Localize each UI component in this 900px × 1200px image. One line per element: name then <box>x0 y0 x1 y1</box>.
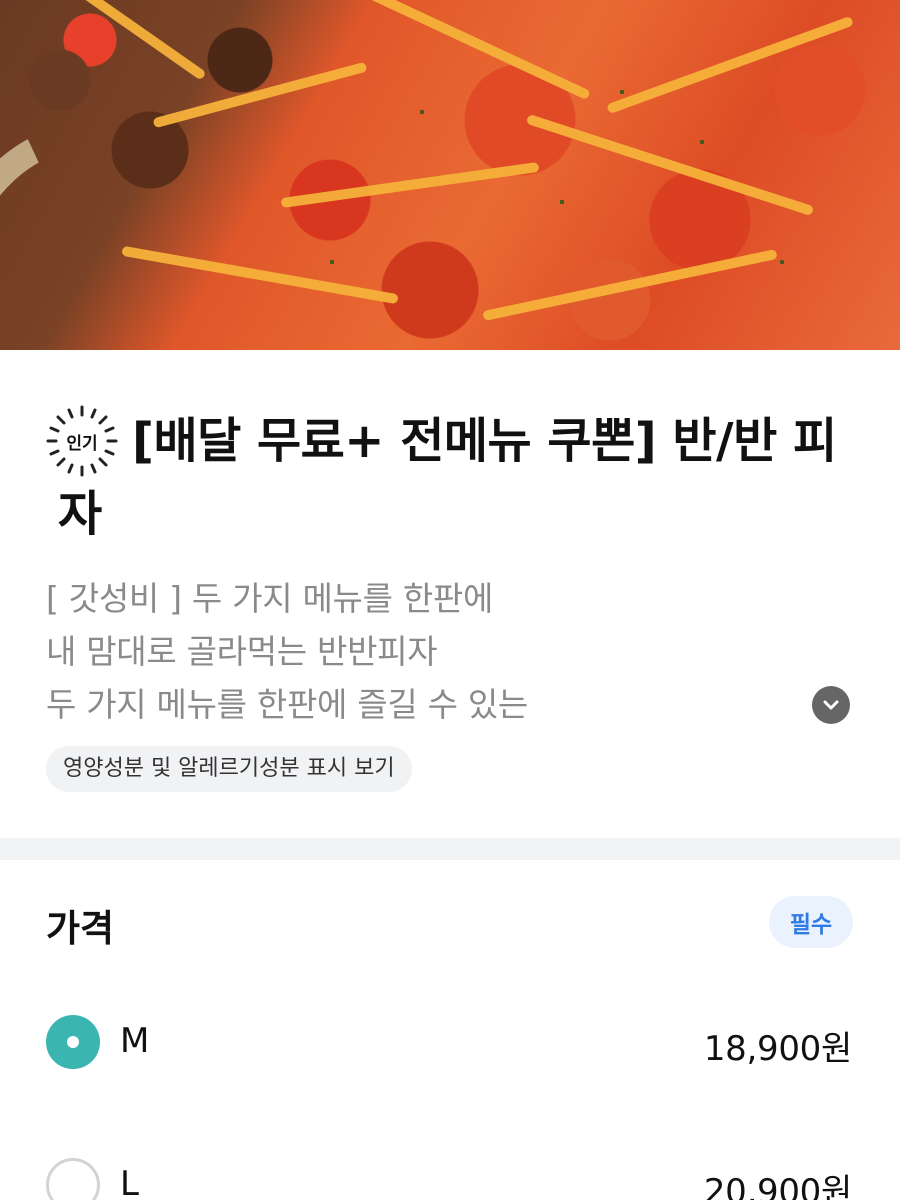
product-description: [ 갓성비 ] 두 가지 메뉴를 한판에 내 맘대로 골라먹는 반반피자 두 가… <box>46 572 786 731</box>
sauce-drizzle <box>369 0 591 101</box>
pizza-crust <box>0 85 247 350</box>
radio-button-selected[interactable] <box>46 1015 100 1069</box>
product-title: [배달 무료+ 전메뉴 쿠뽄] 반/반 피자 <box>58 413 837 542</box>
price-option-m[interactable]: M 18,900원 <box>0 1001 900 1081</box>
required-badge: 필수 <box>769 896 853 948</box>
product-hero-image <box>0 0 900 350</box>
description-line: 내 맘대로 골라먹는 반반피자 <box>46 632 438 671</box>
sauce-drizzle <box>280 161 540 209</box>
herb-flake <box>780 260 784 264</box>
option-label: M <box>120 1021 150 1061</box>
price-option-l[interactable]: L 20,900원 <box>0 1144 900 1200</box>
section-divider <box>0 838 900 860</box>
radio-button-unselected[interactable] <box>46 1158 100 1200</box>
sauce-drizzle <box>482 248 778 322</box>
price-section-title: 가격 <box>46 907 115 950</box>
herb-flake <box>330 260 334 264</box>
option-price: 18,900원 <box>703 1029 852 1069</box>
sauce-drizzle <box>525 113 815 217</box>
herb-flake <box>560 200 564 204</box>
sauce-drizzle <box>152 61 368 129</box>
herb-flake <box>620 90 624 94</box>
description-line: [ 갓성비 ] 두 가지 메뉴를 한판에 <box>46 579 494 618</box>
option-price: 20,900원 <box>703 1172 852 1200</box>
nutrition-allergy-button[interactable]: 영양성분 및 알레르기성분 표시 보기 <box>46 746 412 792</box>
herb-flake <box>420 110 424 114</box>
sauce-drizzle <box>606 15 854 115</box>
chevron-down-icon <box>823 700 839 710</box>
sauce-drizzle <box>53 0 207 81</box>
description-line: 두 가지 메뉴를 한판에 즐길 수 있는 <box>46 685 528 724</box>
option-label: L <box>120 1164 139 1200</box>
expand-description-button[interactable] <box>812 686 850 724</box>
herb-flake <box>700 140 704 144</box>
